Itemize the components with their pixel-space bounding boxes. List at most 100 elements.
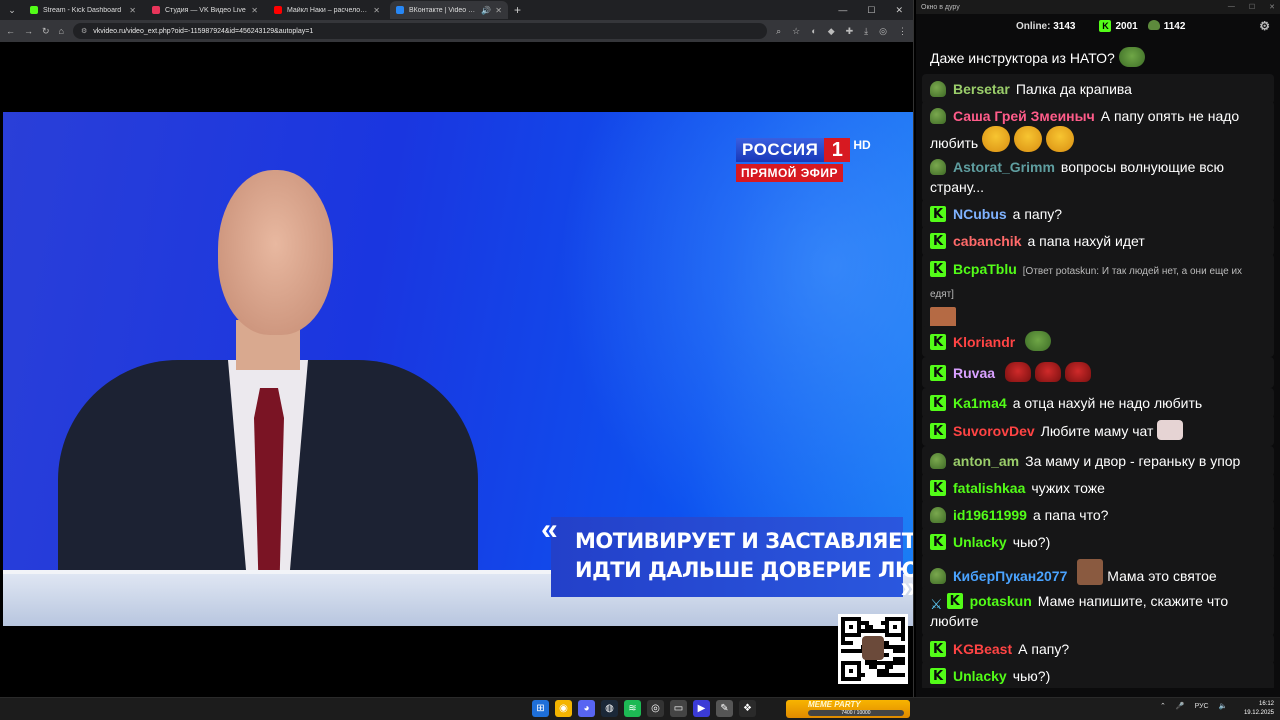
app-icon[interactable]: ❖ [739,700,756,717]
username[interactable]: Саша Грей Змеиныч [953,108,1095,124]
chat-app-icon[interactable]: ✎ [716,700,733,717]
microphone-icon[interactable]: 🎤 [1176,702,1185,710]
username[interactable]: Astorat_Grimm [953,159,1055,175]
quote-close: » [900,571,913,605]
username[interactable]: Ruvaa [953,365,995,381]
username[interactable]: Unlacky [953,534,1007,550]
site-info-icon[interactable]: ⚙ [81,27,87,35]
tab-close-icon[interactable]: ✕ [373,6,380,15]
forward-icon[interactable]: → [24,26,33,36]
pig-emote-icon [1157,420,1184,440]
close-icon[interactable]: ✕ [1269,3,1275,11]
chat-message: Bersetar Палка да крапива [922,74,1274,104]
maximize-icon[interactable]: ☐ [867,5,875,16]
username[interactable]: potaskun [970,593,1032,609]
back-icon[interactable]: ← [6,26,15,36]
video-player[interactable]: РОССИЯ 1 HD ПРЯМОЙ ЭФИР « МОТИВИРУЕТ И З… [3,112,913,626]
menu-dots-icon[interactable]: ⋮ [898,26,907,37]
chrome-icon[interactable]: ◉ [555,700,572,717]
chat-message-list[interactable]: Даже инструктора из НАТО? Bersetar Палка … [922,28,1274,688]
chat-message: Ka1ma4 а отца нахуй не надо любить [922,388,1274,418]
username[interactable]: ВсраТblu [953,261,1017,277]
username[interactable]: KGBeast [953,641,1012,657]
chat-message: KGBeast А папу? [922,634,1274,664]
tab-kick-dashboard[interactable]: Stream - Kick Dashboard ✕ [24,1,142,19]
username[interactable]: cabanchik [953,233,1021,249]
tab-vk-studio[interactable]: Студия — VK Видео Live ✕ [146,1,264,19]
extension-icon[interactable]: ◐ [811,26,816,37]
minimize-icon[interactable]: — [838,5,847,16]
reload-icon[interactable]: ↻ [42,26,50,37]
kick-badge-icon [930,232,946,252]
caption-line-1: МОТИВИРУЕТ И ЗАСТАВЛЯЕТ [575,529,913,553]
clock[interactable]: 16:12 19.12.2025 [1240,700,1274,718]
tray-chevron-icon[interactable]: ⌃ [1160,702,1166,710]
tab-vk-video[interactable]: ВКонтакте | Video Ext 🔊 ✕ [390,1,508,19]
tab-bar: ⌄ Stream - Kick Dashboard ✕ Студия — VK … [0,0,913,20]
message-text: чужих тоже [1031,480,1105,496]
new-tab-icon[interactable]: + [514,3,521,17]
chat-message: NCubus а папу? [922,199,1274,229]
taskbar-apps: ⊞ ◉ ◕ ◍ ≋ ◎ ▭ ▶ ✎ ❖ [532,700,756,717]
username[interactable]: Unlacky [953,668,1007,684]
tab-close-icon[interactable]: ✕ [495,6,502,15]
chat-message: cabanchik а папа нахуй идет [922,226,1274,256]
chat-window-title: Окно в дуру [921,3,960,11]
speaker-icon[interactable]: 🔊 [481,6,491,15]
speaker-figure [58,170,478,626]
message-text: А папу? [1018,641,1070,657]
obs-icon[interactable]: ◎ [647,700,664,717]
zoom-icon[interactable]: ⌕ [776,26,781,37]
username[interactable]: Ka1ma4 [953,395,1007,411]
channel-number: 1 [824,138,851,162]
chat-titlebar: Окно в дуру — ☐ ✕ [916,0,1280,14]
tab-close-icon[interactable]: ✕ [129,6,136,15]
chat-message: fatalishkaa чужих тоже [922,473,1274,503]
minimize-icon[interactable]: — [1228,3,1235,11]
message-text: За маму и двор - гераньку в упор [1025,453,1241,469]
username[interactable]: SuvorovDev [953,423,1035,439]
language-indicator[interactable]: РУС [1195,703,1209,710]
chat-message: anton_am За маму и двор - гераньку в упор [922,446,1274,476]
download-icon[interactable]: ⤓ [864,26,868,37]
toolbar-icons: ⌕ ☆ ◐ ◆ ✚ ⤓ ◎ ⋮ [776,26,907,37]
media-player-icon[interactable]: ▶ [693,700,710,717]
username[interactable]: Bersetar [953,81,1010,97]
channel-name: РОССИЯ [736,138,825,162]
tab-search-icon[interactable]: ⌄ [4,2,20,18]
chat-message: Ruvaa [922,357,1274,388]
red-pepe-emote-icon [1035,362,1062,382]
username[interactable]: anton_am [953,453,1019,469]
discord-icon[interactable]: ◕ [578,700,595,717]
username[interactable]: КиберПукан2077 [953,568,1067,584]
url-field[interactable]: ⚙ vkvideo.ru/video_ext.php?oid=-11598792… [72,23,768,39]
tab-title: ВКонтакте | Video Ext [409,6,478,14]
username[interactable]: fatalishkaa [953,480,1025,496]
extensions-puzzle-icon[interactable]: ✚ [846,26,854,37]
live-label: ПРЯМОЙ ЭФИР [736,164,843,182]
chat-message: Саша Грей Змеиныч А папу опять не надо лю… [922,101,1274,158]
profile-icon[interactable]: ◎ [879,26,887,37]
chat-message: ⚔potaskunМаме напишите, скажите что люби… [922,586,1274,636]
kick-badge-icon [930,640,946,660]
maximize-icon[interactable]: ☐ [1249,3,1255,11]
meme-party-widget[interactable]: MEME PARTY 7400 / 10000 [786,700,910,718]
frog-badge-icon [930,108,946,124]
speaker-volume-icon[interactable]: 🔈 [1219,702,1228,710]
spotify-icon[interactable]: ≋ [624,700,641,717]
tab-youtube[interactable]: Майкл Наки – расчеловечив... ✕ [268,1,386,19]
app-icon[interactable]: ▭ [670,700,687,717]
steam-icon[interactable]: ◍ [601,700,618,717]
username[interactable]: NCubus [953,206,1007,222]
message-text: а отца нахуй не надо любить [1012,395,1203,411]
tab-close-icon[interactable]: ✕ [251,6,258,15]
message-text: а папа нахуй идет [1027,233,1145,249]
username[interactable]: Kloriandr [953,334,1015,350]
red-pepe-emote-icon [1005,362,1032,382]
home-icon[interactable]: ⌂ [59,26,64,36]
extension-icon[interactable]: ◆ [828,26,835,37]
username[interactable]: id19611999 [953,507,1027,523]
start-windows-icon[interactable]: ⊞ [532,700,549,717]
close-icon[interactable]: ✕ [895,5,903,16]
bookmark-star-icon[interactable]: ☆ [792,26,800,37]
